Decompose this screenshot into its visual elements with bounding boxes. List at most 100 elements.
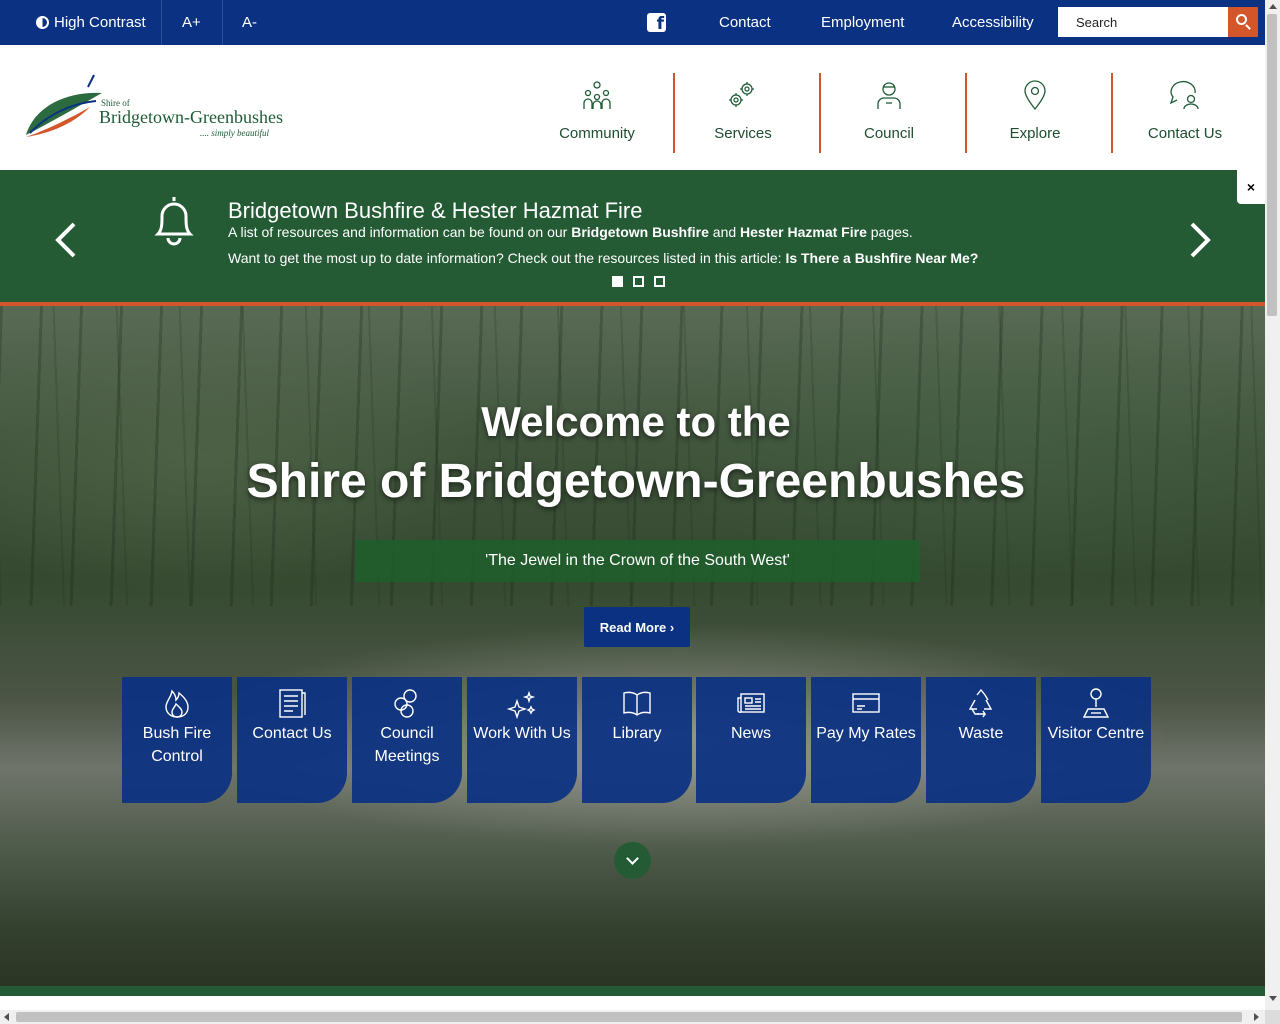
font-decrease-button[interactable]: A- xyxy=(242,0,257,45)
alert-title: Bridgetown Bushfire & Hester Hazmat Fire xyxy=(228,198,643,223)
hero-section: Welcome to the Shire of Bridgetown-Green… xyxy=(0,306,1265,986)
community-icon xyxy=(583,81,611,109)
nav-label: Council xyxy=(863,125,915,142)
slide-dot-1[interactable] xyxy=(612,276,623,287)
horizontal-scroll-thumb[interactable] xyxy=(16,1012,1242,1022)
alert-text: A list of resources and information can … xyxy=(228,224,568,240)
chevron-right-icon[interactable] xyxy=(1184,220,1214,260)
nav-label: Community xyxy=(559,125,635,142)
hero-title-line-1: Welcome to the xyxy=(481,398,791,445)
nav-services[interactable]: Services xyxy=(670,73,816,153)
chevron-left-icon[interactable] xyxy=(52,220,82,260)
chat-person-icon xyxy=(1169,80,1199,110)
slide-dot-2[interactable] xyxy=(633,276,644,287)
scroll-up-arrow-icon[interactable] xyxy=(1269,4,1277,9)
quicklink-pay-my-rates[interactable]: Pay My Rates xyxy=(811,677,921,803)
close-alert-button[interactable]: × xyxy=(1237,170,1265,204)
topbar-link-contact[interactable]: Contact xyxy=(719,0,771,45)
alert-text: Want to get the most up to date informat… xyxy=(228,250,782,266)
nav-community[interactable]: Community xyxy=(524,73,670,153)
tile-label: Work With Us xyxy=(473,725,571,742)
quicklink-council-meetings[interactable]: Council Meetings xyxy=(352,677,462,803)
leaf-logo-icon xyxy=(26,74,102,137)
scroll-down-arrow-icon[interactable] xyxy=(1269,996,1277,1001)
alert-text: and xyxy=(712,224,737,240)
book-icon xyxy=(623,691,651,716)
tile-label: Pay My Rates xyxy=(816,725,916,742)
alert-banner: Bridgetown Bushfire & Hester Hazmat Fire… xyxy=(0,170,1265,302)
tile-label: Council Meetings xyxy=(374,725,440,765)
quicklink-bush-fire-control[interactable]: Bush Fire Control xyxy=(122,677,232,803)
tile-label: Library xyxy=(612,725,662,742)
recycle-icon xyxy=(968,688,993,718)
vertical-scroll-thumb[interactable] xyxy=(1267,14,1277,316)
search-icon xyxy=(1236,14,1247,25)
gears-icon xyxy=(729,82,754,107)
tile-label: Visitor Centre xyxy=(1047,725,1145,742)
search-input[interactable] xyxy=(1058,7,1228,37)
horizontal-scrollbar[interactable] xyxy=(0,1010,1265,1024)
quicklink-work-with-us[interactable]: Work With Us xyxy=(467,677,577,803)
nav-label: Explore xyxy=(1009,125,1061,142)
vertical-scrollbar[interactable] xyxy=(1265,0,1280,1010)
tile-label: Contact Us xyxy=(252,725,332,742)
alert-text: pages. xyxy=(870,224,913,240)
newspaper-icon xyxy=(737,693,765,713)
slide-dot-3[interactable] xyxy=(654,276,665,287)
topbar-link-employment[interactable]: Employment xyxy=(821,0,904,45)
facebook-icon xyxy=(647,13,666,34)
font-increase-button[interactable]: A+ xyxy=(182,0,201,45)
nav-label: Contact Us xyxy=(1147,125,1223,142)
high-contrast-label: High Contrast xyxy=(54,14,146,31)
map-pin-icon xyxy=(1024,80,1046,111)
bushfire-near-me-link[interactable]: Is There a Bushfire Near Me? xyxy=(785,250,978,266)
divider xyxy=(161,0,162,45)
hester-hazmat-fire-link[interactable]: Hester Hazmat Fire xyxy=(740,224,867,240)
quicklink-news[interactable]: News xyxy=(696,677,806,803)
site-header: Shire of Bridgetown-Greenbushes .... sim… xyxy=(0,45,1265,170)
nav-explore[interactable]: Explore xyxy=(962,73,1108,153)
nav-council[interactable]: Council xyxy=(816,73,962,153)
facebook-link[interactable] xyxy=(647,0,666,45)
credit-card-icon xyxy=(852,693,880,713)
document-icon xyxy=(279,689,306,718)
quicklink-visitor-centre[interactable]: Visitor Centre xyxy=(1041,677,1151,803)
contrast-icon xyxy=(36,16,49,29)
person-icon xyxy=(877,82,901,109)
tile-label: Waste xyxy=(958,725,1004,742)
quicklink-contact-us[interactable]: Contact Us xyxy=(237,677,347,803)
scroll-down-button[interactable] xyxy=(614,842,651,879)
quicklink-waste[interactable]: Waste xyxy=(926,677,1036,803)
bridgetown-bushfire-link[interactable]: Bridgetown Bushfire xyxy=(571,224,709,240)
nav-label: Services xyxy=(714,125,772,142)
bell-icon xyxy=(154,197,194,246)
logo-tagline: .... simply beautiful xyxy=(200,128,269,138)
fire-icon xyxy=(165,689,189,718)
sparkles-icon xyxy=(507,690,536,719)
utility-bar: High Contrast A+ A- Contact Employment A… xyxy=(0,0,1265,45)
slide-indicators xyxy=(612,276,665,287)
section-divider xyxy=(0,986,1265,996)
scrollbar-corner xyxy=(1265,1010,1280,1024)
scroll-right-arrow-icon[interactable] xyxy=(1254,1013,1259,1021)
site-logo[interactable]: Shire of Bridgetown-Greenbushes .... sim… xyxy=(24,73,284,143)
search-form xyxy=(1058,7,1258,37)
scroll-left-arrow-icon[interactable] xyxy=(4,1013,9,1021)
hero-tagline: 'The Jewel in the Crown of the South Wes… xyxy=(355,540,920,582)
nav-contact-us[interactable]: Contact Us xyxy=(1112,73,1258,153)
divider xyxy=(222,0,223,45)
quicklink-library[interactable]: Library xyxy=(582,677,692,803)
tile-label: News xyxy=(730,725,771,742)
people-circles-icon xyxy=(394,689,417,718)
search-button[interactable] xyxy=(1228,7,1258,37)
topbar-link-accessibility[interactable]: Accessibility xyxy=(952,0,1034,45)
read-more-button[interactable]: Read More › xyxy=(584,607,690,647)
next-section xyxy=(0,996,1265,1010)
high-contrast-toggle[interactable]: High Contrast xyxy=(36,0,146,45)
map-pin-person-icon xyxy=(1082,688,1110,718)
logo-name: Bridgetown-Greenbushes xyxy=(99,107,283,127)
hero-title-line-2: Shire of Bridgetown-Greenbushes xyxy=(246,455,1026,508)
alert-text-1: A list of resources and information can … xyxy=(228,224,913,240)
tile-label: Bush Fire Control xyxy=(142,725,212,765)
alert-text-2: Want to get the most up to date informat… xyxy=(228,250,978,266)
